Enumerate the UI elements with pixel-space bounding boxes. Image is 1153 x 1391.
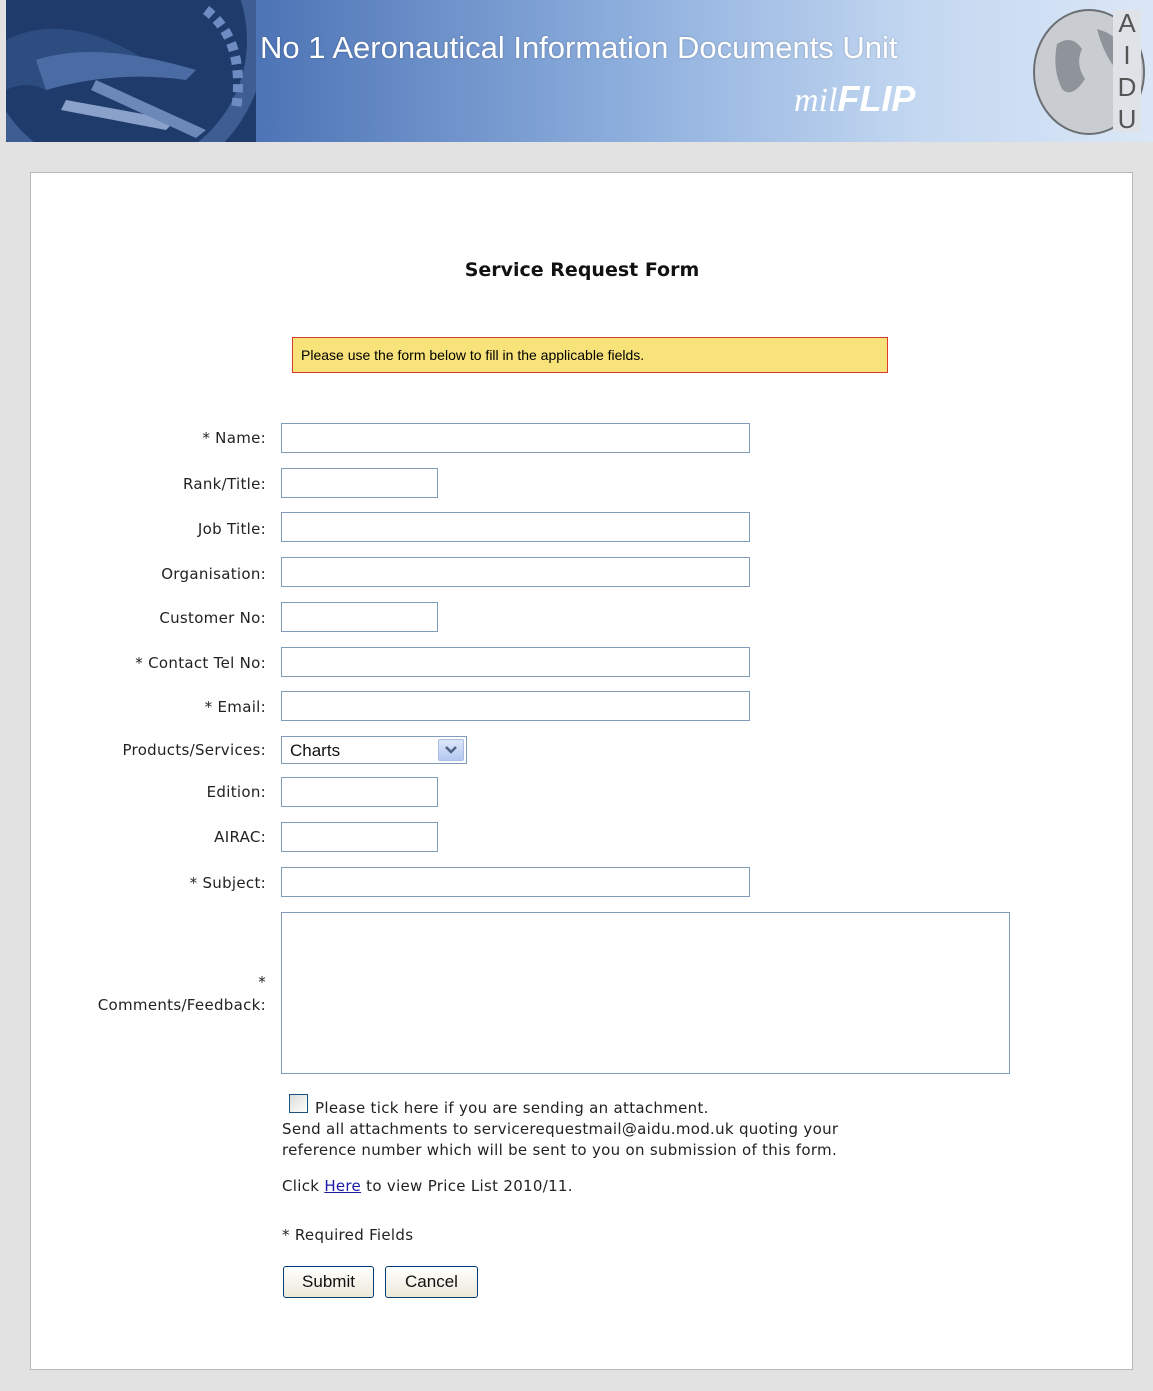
site-title: No 1 Aeronautical Information Documents … [260,30,898,65]
email-input[interactable] [281,691,750,721]
subject-input[interactable] [281,867,750,897]
attachment-checkbox[interactable] [289,1094,308,1113]
price-list-text: Click Here to view Price List 2010/11. [282,1177,573,1195]
airac-input[interactable] [281,822,438,852]
form-title: Service Request Form [464,259,700,281]
chevron-down-icon[interactable] [438,739,464,761]
rank-label: Rank/Title: [182,475,266,493]
customer-no-label: Customer No: [159,609,266,627]
subject-label: * Subject: [189,874,266,892]
customer-no-input[interactable] [281,602,438,632]
name-label: * Name: [202,429,266,447]
svg-text:U: U [1118,104,1137,134]
svg-text:D: D [1118,72,1137,102]
edition-label: Edition: [206,783,266,801]
attachment-label: Please tick here if you are sending an a… [315,1099,709,1117]
organisation-input[interactable] [281,557,750,587]
email-label: * Email: [204,698,266,716]
contact-tel-input[interactable] [281,647,750,677]
raf-crest-logo [6,0,256,142]
products-select[interactable]: Charts [281,736,467,764]
attachment-note-line-1: Send all attachments to servicerequestma… [282,1120,839,1138]
comments-textarea[interactable] [281,912,1010,1074]
form-panel: Service Request Form Please use the form… [30,172,1133,1370]
aidu-globe-logo: A I D U [1033,8,1145,135]
job-title-label: Job Title: [197,520,266,538]
svg-text:I: I [1123,40,1130,70]
products-label: Products/Services: [122,741,266,759]
header-banner: No 1 Aeronautical Information Documents … [6,0,1153,142]
edition-input[interactable] [281,777,438,807]
organisation-label: Organisation: [161,565,266,583]
comments-label: Comments/Feedback: [97,996,266,1014]
notice-box: Please use the form below to fill in the… [292,337,888,373]
job-title-input[interactable] [281,512,750,542]
contact-tel-label: * Contact Tel No: [135,654,266,672]
name-input[interactable] [281,423,750,453]
svg-text:A: A [1118,8,1136,38]
products-selected-value: Charts [290,741,341,760]
rank-input[interactable] [281,468,438,498]
required-fields-note: * Required Fields [282,1226,414,1244]
comments-required-marker: * [258,973,266,991]
cancel-button[interactable]: Cancel [385,1266,478,1298]
milflip-logo-text: milFLIP [794,78,916,119]
price-list-link[interactable]: Here [324,1177,361,1195]
airac-label: AIRAC: [214,828,266,846]
submit-button[interactable]: Submit [283,1266,374,1298]
attachment-note-line-2: reference number which will be sent to y… [282,1141,838,1159]
